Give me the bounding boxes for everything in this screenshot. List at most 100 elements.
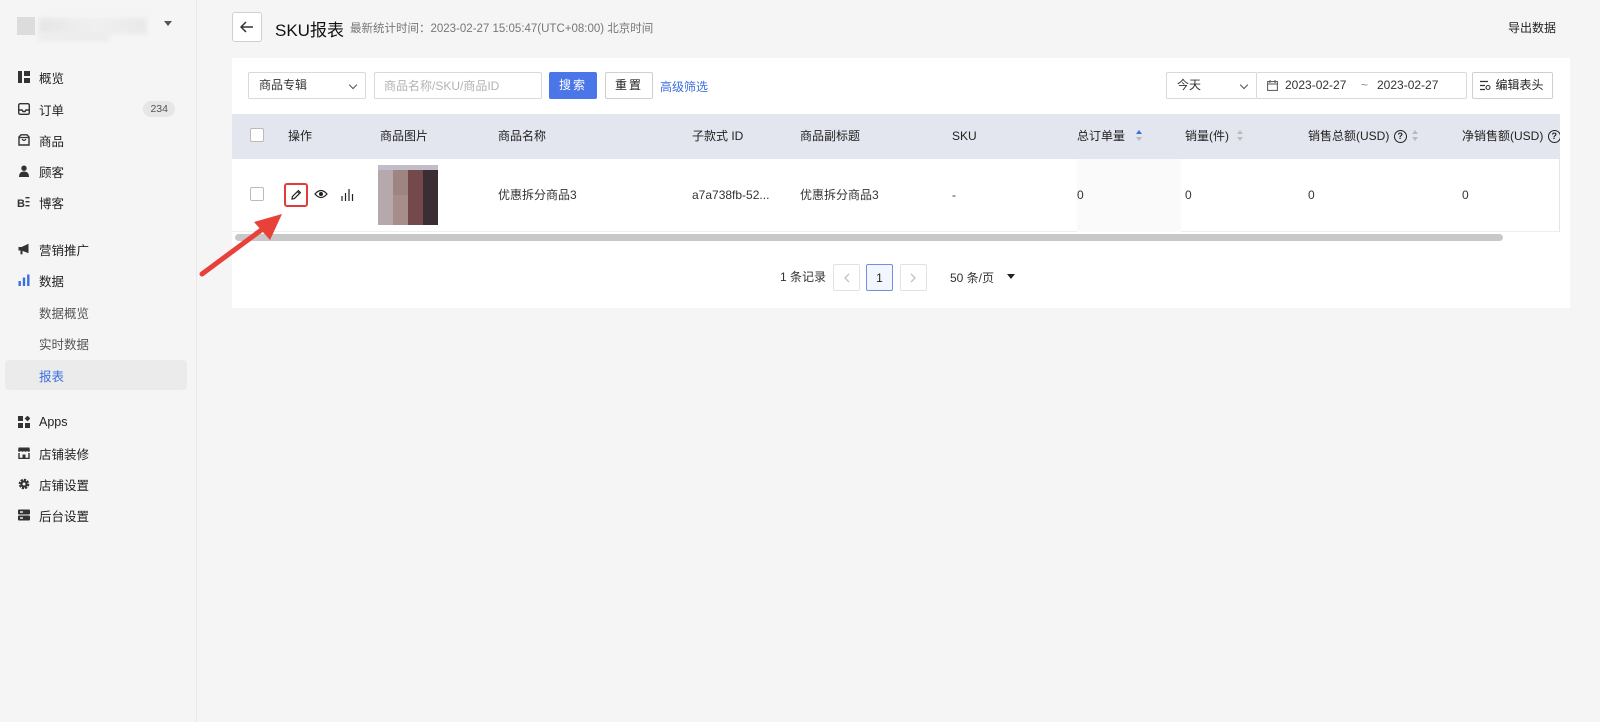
edit-columns-button[interactable]: 编辑表头 bbox=[1472, 72, 1553, 99]
store-name-redacted bbox=[39, 18, 147, 34]
server-icon bbox=[17, 509, 30, 522]
column-header-label: 销售总额(USD) bbox=[1308, 129, 1390, 143]
collection-select[interactable]: 商品专辑 bbox=[248, 72, 366, 99]
net-sales-value: 0 bbox=[1462, 188, 1469, 202]
megaphone-icon bbox=[17, 243, 30, 256]
sidebar-item-admin-settings[interactable]: 后台设置 bbox=[5, 500, 187, 530]
prev-page-button[interactable] bbox=[833, 264, 860, 291]
column-header: 商品名称 bbox=[498, 129, 547, 143]
column-header-sortable[interactable]: 总订单量 bbox=[1077, 114, 1125, 159]
sort-icon[interactable] bbox=[1237, 130, 1244, 142]
chevron-right-icon bbox=[910, 273, 916, 282]
store-logo bbox=[17, 17, 35, 35]
date-range-picker[interactable]: 2023-02-27 ~ 2023-02-27 bbox=[1256, 72, 1467, 99]
sidebar-item-overview[interactable]: 概览 bbox=[5, 62, 187, 92]
sidebar-item-blog[interactable]: B 博客 bbox=[5, 187, 187, 217]
sidebar-item-label: 后台设置 bbox=[39, 509, 90, 524]
sidebar-subitem-data-overview[interactable]: 数据概览 bbox=[5, 297, 187, 327]
export-data-button[interactable]: 导出数据 bbox=[1508, 19, 1556, 36]
sidebar-item-label: 数据概览 bbox=[39, 306, 90, 321]
product-image bbox=[378, 165, 438, 225]
sales-qty-value: 0 bbox=[1185, 188, 1192, 202]
sidebar-subitem-realtime-data[interactable]: 实时数据 bbox=[5, 328, 187, 358]
sidebar-item-label: Apps bbox=[39, 415, 68, 429]
sidebar-item-label: 数据 bbox=[39, 274, 65, 289]
horizontal-scrollbar[interactable] bbox=[235, 234, 1503, 241]
gear-icon bbox=[17, 478, 30, 491]
sidebar-item-label: 报表 bbox=[39, 369, 65, 384]
sidebar-item-apps[interactable]: Apps bbox=[5, 407, 187, 437]
store-icon bbox=[17, 447, 30, 460]
select-all-checkbox[interactable] bbox=[250, 128, 264, 142]
caret-down-icon bbox=[164, 21, 172, 26]
record-count: 1 条记录 bbox=[780, 270, 827, 284]
help-icon[interactable]: ? bbox=[1547, 130, 1560, 144]
product-subtitle: 优惠拆分商品3 bbox=[800, 188, 879, 202]
date-separator: ~ bbox=[1361, 78, 1369, 92]
sidebar-item-label: 博客 bbox=[39, 196, 65, 211]
sidebar-item-products[interactable]: 商品 bbox=[5, 125, 187, 155]
sorted-column-highlight bbox=[1077, 159, 1181, 232]
period-select[interactable]: 今天 bbox=[1166, 72, 1257, 99]
store-name-redacted-secondary bbox=[39, 33, 109, 41]
sidebar-item-label: 营销推广 bbox=[39, 243, 90, 258]
sort-icon[interactable] bbox=[1412, 130, 1419, 142]
apps-icon bbox=[17, 416, 30, 429]
inbox-icon bbox=[17, 103, 30, 116]
variant-id: a7a738fb-52... bbox=[692, 188, 770, 202]
sidebar-item-customers[interactable]: 顾客 bbox=[5, 156, 187, 186]
sidebar-item-marketing[interactable]: 营销推广 bbox=[5, 234, 187, 264]
calendar-icon bbox=[1267, 80, 1278, 91]
column-header: 操作 bbox=[288, 129, 313, 143]
page-size-select[interactable]: 50 条/页 bbox=[950, 269, 994, 286]
total-orders-value: 0 bbox=[1077, 188, 1084, 202]
sidebar-item-data[interactable]: 数据 bbox=[5, 265, 187, 295]
sort-icon[interactable] bbox=[1136, 130, 1143, 142]
next-page-button[interactable] bbox=[900, 264, 927, 291]
orders-count-badge: 234 bbox=[143, 101, 175, 117]
advanced-filter-link[interactable]: 高级筛选 bbox=[660, 78, 708, 95]
arrow-left-icon bbox=[240, 21, 253, 33]
sidebar-item-label: 商品 bbox=[39, 134, 65, 149]
collection-select-value: 商品专辑 bbox=[259, 78, 308, 92]
stat-time-label: 最新统计时间：2023-02-27 15:05:47(UTC+08:00) 北京… bbox=[350, 23, 654, 35]
store-switcher[interactable] bbox=[17, 15, 182, 41]
column-header-label: 销量(件) bbox=[1185, 129, 1229, 143]
column-header-label: 净销售额(USD) bbox=[1462, 129, 1544, 143]
sidebar-item-label: 实时数据 bbox=[39, 337, 90, 352]
column-header-sortable[interactable]: 销量(件) bbox=[1185, 114, 1229, 159]
column-header: 子款式 ID bbox=[692, 129, 744, 143]
sku-report-table: 操作 商品图片 商品名称 子款式 ID 商品副标题 SKU 总订单量 销量(件)… bbox=[232, 114, 1560, 244]
sidebar: 概览 订单 234 商品 顾客 B 博客 营销推广 数据 数据概览 实时数据 报… bbox=[0, 0, 197, 722]
page-title: SKU报表 bbox=[275, 21, 344, 40]
sidebar-item-label: 概览 bbox=[39, 71, 65, 86]
page-button[interactable]: 1 bbox=[866, 264, 893, 291]
sidebar-item-label: 顾客 bbox=[39, 165, 65, 180]
chevron-down-icon bbox=[348, 80, 358, 90]
sidebar-subitem-reports[interactable]: 报表 bbox=[5, 360, 187, 390]
row-checkbox[interactable] bbox=[250, 187, 264, 201]
svg-text:B: B bbox=[17, 198, 25, 208]
eye-icon[interactable] bbox=[314, 188, 328, 200]
product-name: 优惠拆分商品3 bbox=[498, 188, 577, 202]
chevron-down-icon bbox=[1239, 80, 1249, 90]
chevron-left-icon bbox=[844, 273, 850, 282]
bar-chart-icon[interactable] bbox=[341, 188, 355, 201]
column-header-sortable[interactable]: 净销售额(USD) ? bbox=[1462, 114, 1560, 159]
sidebar-item-store-settings[interactable]: 店铺设置 bbox=[5, 469, 187, 499]
search-input[interactable] bbox=[374, 72, 542, 99]
caret-down-icon[interactable] bbox=[1007, 274, 1015, 279]
reset-button[interactable]: 重置 bbox=[605, 72, 653, 99]
column-header: 商品图片 bbox=[380, 129, 429, 143]
date-end: 2023-02-27 bbox=[1377, 78, 1439, 92]
search-button[interactable]: 搜索 bbox=[549, 72, 597, 99]
column-header-sortable[interactable]: 销售总额(USD) ? bbox=[1308, 114, 1407, 159]
bar-chart-icon bbox=[17, 274, 30, 287]
sidebar-item-orders[interactable]: 订单 234 bbox=[5, 94, 187, 124]
sidebar-item-store-design[interactable]: 店铺装修 bbox=[5, 438, 187, 468]
edit-icon[interactable] bbox=[284, 183, 308, 207]
user-icon bbox=[17, 165, 30, 178]
back-button[interactable] bbox=[232, 12, 262, 42]
column-header: 商品副标题 bbox=[800, 129, 861, 143]
help-icon[interactable]: ? bbox=[1393, 130, 1407, 144]
